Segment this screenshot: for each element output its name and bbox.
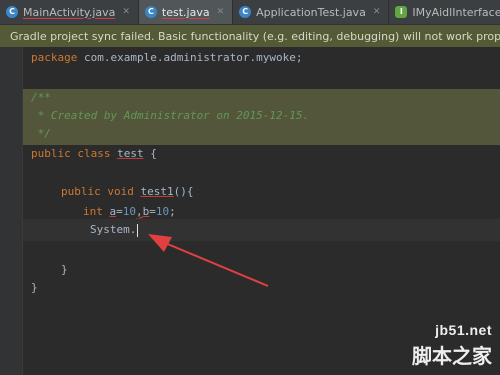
tab-imyaidlinterface[interactable]: I IMyAidlInterface.aidl	[389, 0, 500, 24]
comma-error: ,	[136, 205, 143, 218]
code-line-method: public void test1(){	[23, 181, 500, 203]
watermark: jb51.net 脚本之家	[412, 322, 492, 369]
watermark-brand: 脚本之家	[412, 344, 492, 368]
tab-label: test.java	[161, 5, 210, 19]
number: 10	[122, 205, 136, 218]
code-line-current[interactable]: System.	[23, 219, 500, 241]
doc-comment: /**	[31, 91, 51, 104]
doc-comment: * Created by Administrator on 2015-12-15…	[31, 109, 310, 122]
watermark-site: jb51.net	[435, 322, 492, 338]
code-line-package: package com.example.administrator.mywoke…	[23, 47, 500, 69]
line-gutter[interactable]	[0, 47, 23, 375]
keyword: public void	[61, 185, 134, 198]
code-line-close-class: }	[23, 277, 500, 299]
class-name: test	[117, 147, 144, 160]
tab-applicationtest[interactable]: C ApplicationTest.java ✕	[233, 0, 390, 24]
tab-mainactivity[interactable]: C MainActivity.java ✕	[0, 0, 139, 24]
code-line-class: public class test {	[23, 143, 500, 165]
notification-text: Gradle project sync failed. Basic functi…	[10, 29, 500, 43]
brace: {	[143, 147, 157, 160]
keyword: public class	[31, 147, 111, 160]
brace: }	[61, 263, 68, 276]
operator: =	[116, 205, 123, 218]
number: 10	[155, 205, 170, 218]
tab-label: IMyAidlInterface.aidl	[412, 5, 500, 19]
doc-comment: */	[31, 127, 51, 140]
text-caret	[137, 223, 139, 237]
tab-label: MainActivity.java	[23, 5, 116, 19]
brace: }	[31, 281, 38, 294]
close-icon[interactable]: ✕	[122, 7, 130, 17]
keyword: package	[31, 51, 78, 64]
close-icon[interactable]: ✕	[373, 7, 381, 17]
code-line-comment-close: */	[23, 123, 500, 145]
tab-label: ApplicationTest.java	[256, 5, 366, 19]
tab-test[interactable]: C test.java ✕	[138, 0, 234, 24]
editor-tab-bar: C MainActivity.java ✕ C test.java ✕ C Ap…	[0, 0, 500, 25]
gradle-sync-notification: Gradle project sync failed. Basic functi…	[0, 25, 500, 47]
close-icon[interactable]: ✕	[217, 7, 225, 17]
class-icon: C	[144, 6, 157, 18]
operator: =	[149, 205, 156, 218]
interface-icon: I	[395, 6, 408, 18]
method-signature: (){	[173, 185, 194, 198]
package-name: com.example.administrator.mywoke;	[77, 51, 303, 64]
method-name: test1	[140, 185, 174, 198]
class-icon: C	[6, 6, 18, 18]
semicolon: ;	[169, 205, 176, 218]
typed-text: System.	[90, 223, 137, 236]
keyword: int	[83, 205, 103, 218]
class-icon: C	[239, 6, 252, 18]
